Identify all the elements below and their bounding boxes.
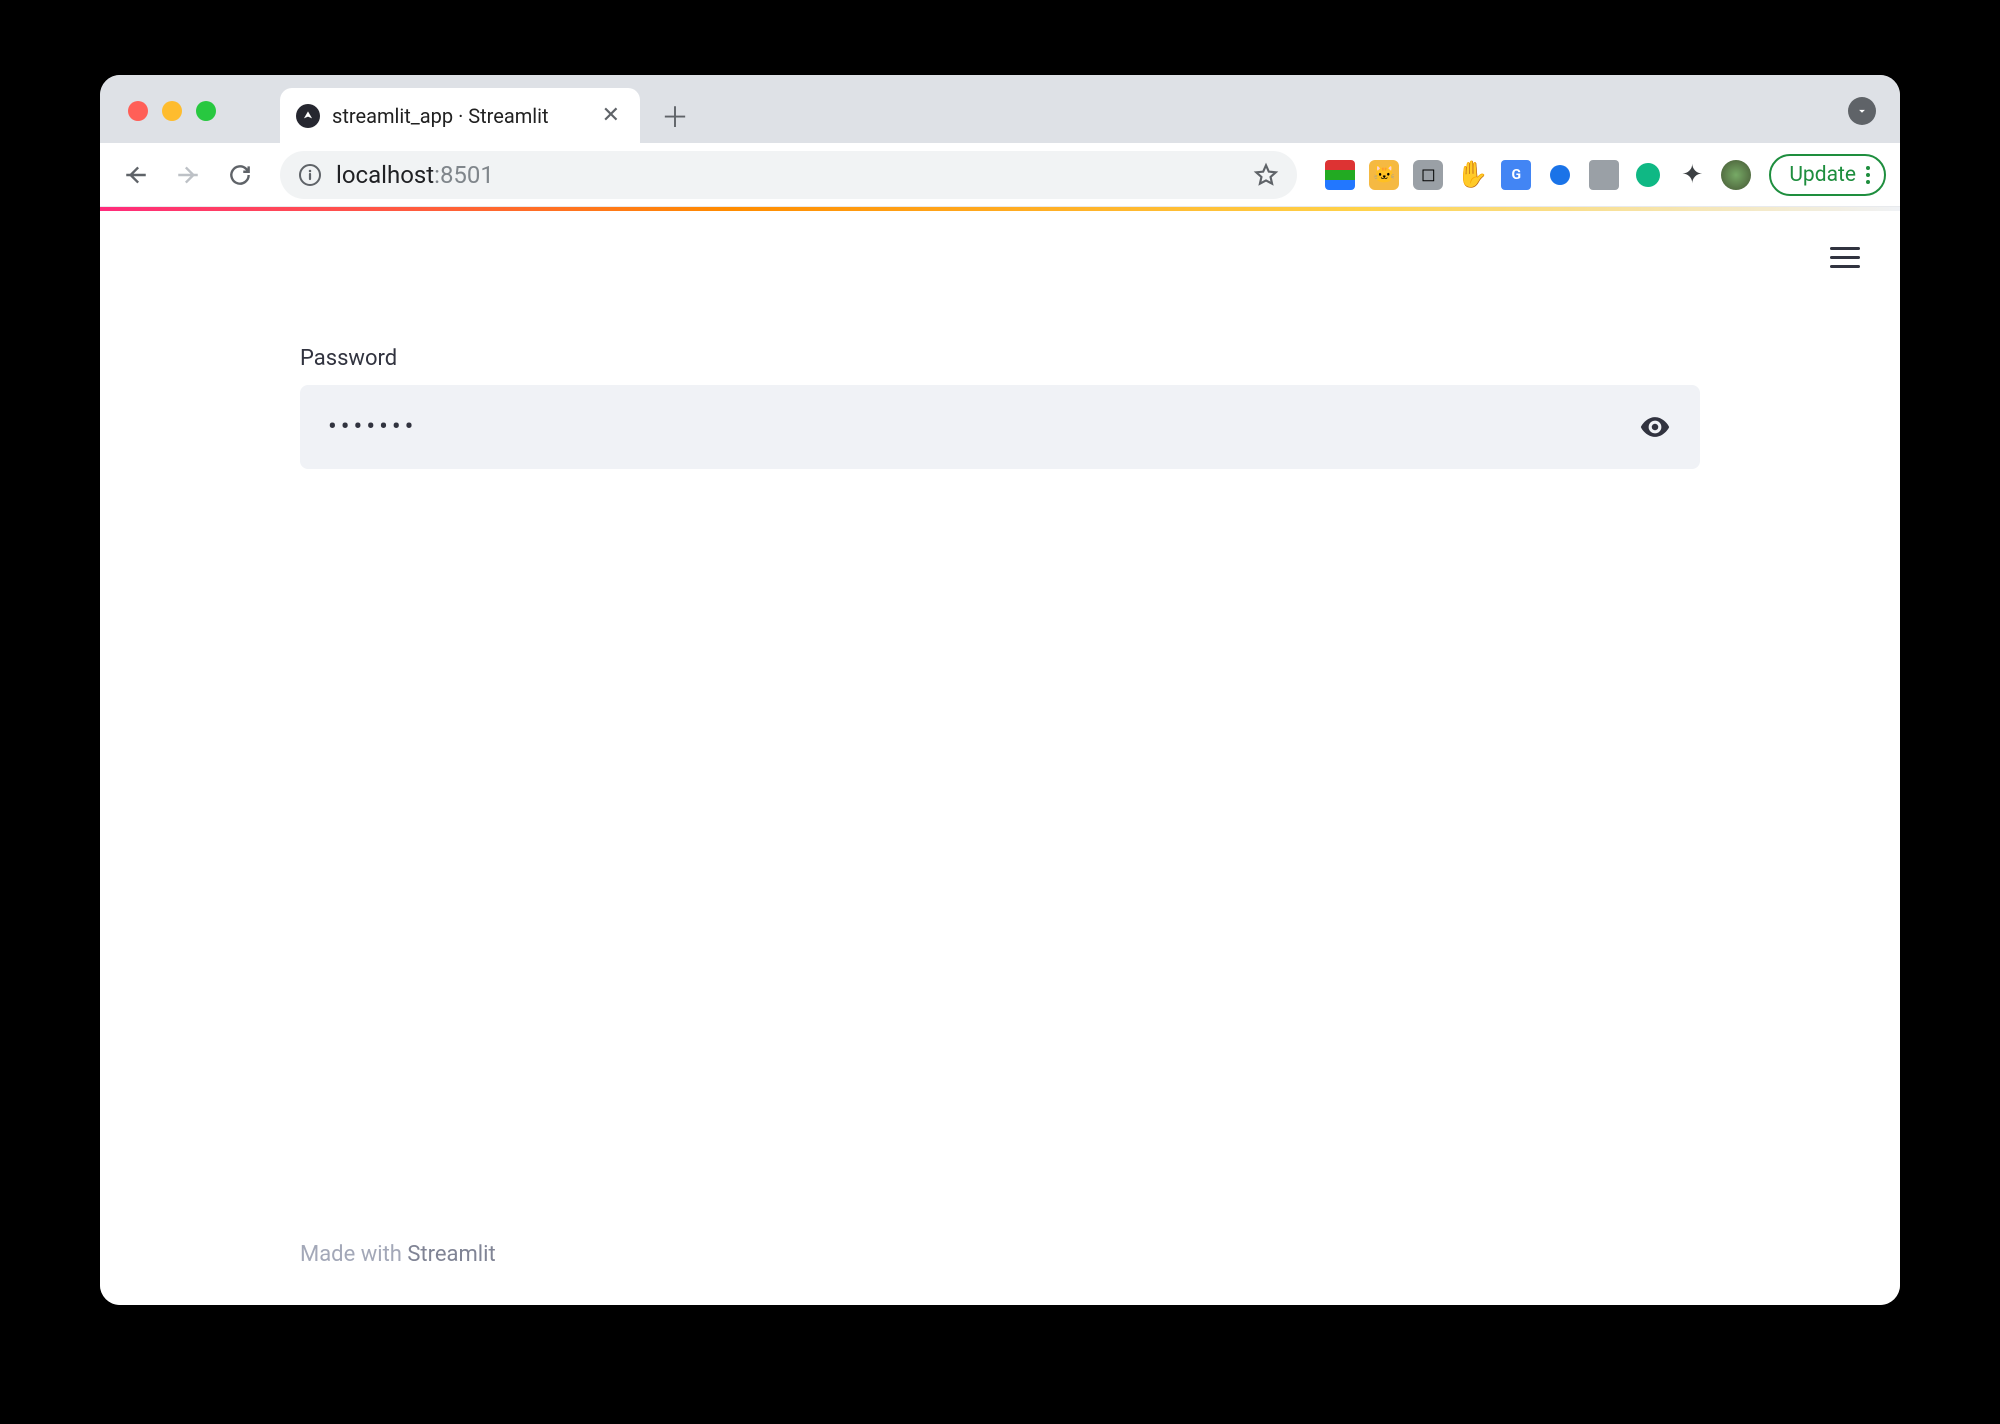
streamlit-favicon-icon (296, 104, 320, 128)
password-input[interactable] (328, 412, 1622, 442)
footer-prefix: Made with (300, 1242, 407, 1267)
password-label: Password (300, 346, 1700, 371)
tab-search-button[interactable] (1848, 97, 1876, 125)
update-label: Update (1789, 163, 1856, 187)
browser-toolbar: localhost:8501 🐱 ◻ ✋ G ✦ Update (100, 143, 1900, 207)
extensions-menu-icon[interactable]: ✦ (1677, 160, 1707, 190)
browser-window: streamlit_app · Streamlit ✕ ＋ localhost:… (100, 75, 1900, 1305)
extension-4-icon[interactable]: ✋ (1457, 160, 1487, 190)
bookmark-button[interactable] (1253, 162, 1279, 188)
extension-2-icon[interactable]: 🐱 (1369, 160, 1399, 190)
window-controls (128, 101, 216, 121)
profile-avatar[interactable] (1721, 160, 1751, 190)
new-tab-button[interactable]: ＋ (654, 95, 696, 137)
app-content: Password (300, 211, 1700, 1242)
extension-6-icon[interactable] (1545, 160, 1575, 190)
hamburger-menu-button[interactable] (1830, 247, 1860, 268)
maximize-window-button[interactable] (196, 101, 216, 121)
url-port: :8501 (434, 161, 494, 189)
minimize-window-button[interactable] (162, 101, 182, 121)
tab-title: streamlit_app · Streamlit (332, 104, 586, 128)
password-input-wrap (300, 385, 1700, 469)
close-tab-icon[interactable]: ✕ (598, 103, 624, 128)
url-text: localhost:8501 (336, 161, 1239, 189)
extension-3-icon[interactable]: ◻ (1413, 160, 1443, 190)
url-host: localhost (336, 161, 434, 189)
reload-icon (227, 162, 253, 188)
toggle-password-visibility-button[interactable] (1638, 410, 1672, 444)
tab-strip: streamlit_app · Streamlit ✕ ＋ (100, 75, 1900, 143)
extension-1-icon[interactable] (1325, 160, 1355, 190)
arrow-left-icon (123, 162, 149, 188)
footer-brand-link[interactable]: Streamlit (407, 1242, 495, 1267)
more-menu-icon (1866, 166, 1870, 184)
arrow-right-icon (175, 162, 201, 188)
back-button[interactable] (114, 153, 158, 197)
eye-icon (1638, 410, 1672, 444)
extension-8-icon[interactable] (1633, 160, 1663, 190)
close-window-button[interactable] (128, 101, 148, 121)
browser-tab[interactable]: streamlit_app · Streamlit ✕ (280, 88, 640, 143)
update-button[interactable]: Update (1769, 154, 1886, 196)
extension-7-icon[interactable] (1589, 160, 1619, 190)
site-info-icon[interactable] (298, 163, 322, 187)
reload-button[interactable] (218, 153, 262, 197)
streamlit-app: Password Made with Streamlit (100, 211, 1900, 1305)
footer: Made with Streamlit (100, 1242, 1900, 1305)
extension-5-icon[interactable]: G (1501, 160, 1531, 190)
extension-icons: 🐱 ◻ ✋ G ✦ (1315, 160, 1761, 190)
forward-button[interactable] (166, 153, 210, 197)
address-bar[interactable]: localhost:8501 (280, 151, 1297, 199)
star-icon (1253, 162, 1279, 188)
